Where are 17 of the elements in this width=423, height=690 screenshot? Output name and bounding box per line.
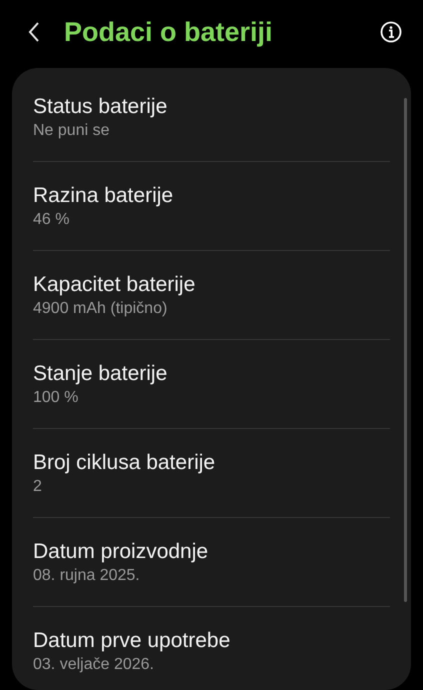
item-value: 08. rujna 2025. (33, 566, 141, 586)
item-value: Ne puni se (33, 120, 110, 140)
item-title: Datum prve upotrebe (33, 628, 232, 654)
item-title: Status baterije (33, 94, 168, 120)
item-title: Datum proizvodnje (33, 538, 210, 564)
item-title: Kapacitet baterije (33, 272, 196, 298)
info-icon (379, 20, 403, 44)
item-title: Broj ciklusa baterije (33, 450, 216, 476)
page-title: Podaci o bateriji (64, 16, 274, 48)
item-title: Stanje baterije (33, 360, 168, 386)
item-value: 4900 mAh (tipično) (33, 298, 168, 318)
item-title: Razina baterije (33, 182, 174, 208)
item-value: 2 (33, 476, 43, 496)
item-value: 46 % (33, 210, 70, 230)
info-button[interactable] (379, 20, 403, 44)
item-value: 100 % (33, 388, 80, 408)
item-value: 03. veljače 2026. (33, 654, 155, 674)
